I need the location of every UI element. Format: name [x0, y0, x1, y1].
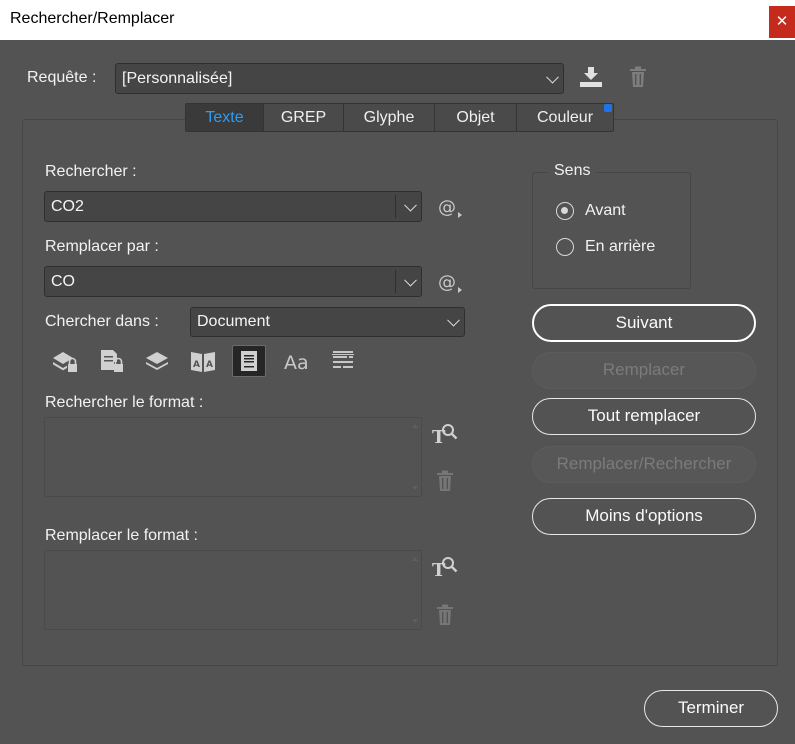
change-format-label: Remplacer le format :: [45, 527, 198, 544]
radio-en-arriere[interactable]: [556, 238, 574, 256]
scrollbar[interactable]: [411, 422, 419, 492]
hidden-layers-icon[interactable]: [142, 346, 172, 376]
trash-icon[interactable]: [623, 62, 653, 92]
svg-text:A: A: [193, 360, 200, 370]
special-characters-icon[interactable]: @: [434, 267, 464, 297]
query-value: [Personnalisée]: [122, 69, 233, 87]
search-label: Rechercher :: [45, 163, 137, 180]
svg-text:@: @: [438, 197, 456, 218]
tab-texte[interactable]: Texte: [186, 104, 264, 131]
chevron-down-icon: [546, 70, 559, 84]
tab-couleur[interactable]: Couleur: [517, 104, 613, 131]
direction-group: [532, 172, 691, 289]
title-bar: Rechercher/Remplacer ✕: [0, 0, 795, 40]
footnotes-icon[interactable]: [232, 345, 266, 377]
combo-divider: [395, 270, 396, 293]
trash-icon[interactable]: [430, 600, 460, 630]
replace-button[interactable]: Remplacer: [532, 352, 756, 389]
save-query-icon[interactable]: [576, 62, 606, 92]
replace-input[interactable]: CO: [44, 266, 422, 297]
search-value: CO2: [51, 197, 84, 215]
change-format-box: [44, 550, 422, 630]
done-button[interactable]: Terminer: [644, 690, 778, 727]
find-format-box: [44, 417, 422, 497]
query-label: Requête :: [27, 69, 97, 86]
search-input[interactable]: CO2: [44, 191, 422, 222]
scope-label: Chercher dans :: [45, 313, 159, 330]
replace-find-button[interactable]: Remplacer/Rechercher: [532, 446, 756, 483]
find-format-label: Rechercher le format :: [45, 394, 204, 411]
specify-format-icon[interactable]: T: [430, 551, 460, 581]
chevron-down-icon: [404, 273, 417, 287]
tab-objet[interactable]: Objet: [435, 104, 517, 131]
replace-all-button[interactable]: Tout remplacer: [532, 398, 756, 435]
svg-text:@: @: [438, 272, 456, 293]
tab-glyphe[interactable]: Glyphe: [344, 104, 435, 131]
tab-indicator-dot: [604, 104, 612, 112]
whole-word-icon[interactable]: [328, 346, 358, 376]
tab-grep[interactable]: GREP: [264, 104, 344, 131]
special-characters-icon[interactable]: @: [434, 192, 464, 222]
specify-format-icon[interactable]: T: [430, 418, 460, 448]
scope-select[interactable]: Document: [190, 307, 465, 337]
tab-bar: Texte GREP Glyphe Objet Couleur: [185, 103, 614, 132]
svg-text:A: A: [206, 360, 213, 370]
radio-avant-label[interactable]: Avant: [585, 202, 626, 220]
direction-legend: Sens: [548, 162, 597, 180]
master-pages-icon[interactable]: A A: [188, 346, 218, 376]
scrollbar[interactable]: [411, 555, 419, 625]
radio-en-arriere-label[interactable]: En arrière: [585, 238, 655, 256]
locked-layers-icon[interactable]: [50, 346, 80, 376]
fewer-options-button[interactable]: Moins d'options: [532, 498, 756, 535]
radio-avant[interactable]: [556, 202, 574, 220]
svg-text:Aa: Aa: [284, 352, 309, 374]
scope-value: Document: [197, 313, 270, 330]
case-sensitive-icon[interactable]: Aa: [281, 346, 315, 376]
replace-label: Remplacer par :: [45, 238, 159, 255]
replace-value: CO: [51, 272, 75, 290]
close-button[interactable]: ✕: [769, 6, 795, 38]
chevron-down-icon: [447, 313, 460, 327]
trash-icon[interactable]: [430, 466, 460, 496]
locked-stories-icon[interactable]: [96, 346, 126, 376]
combo-divider: [395, 195, 396, 218]
next-button[interactable]: Suivant: [532, 304, 756, 342]
query-select[interactable]: [Personnalisée]: [115, 63, 564, 94]
window-title: Rechercher/Remplacer: [10, 10, 175, 27]
chevron-down-icon: [404, 198, 417, 212]
